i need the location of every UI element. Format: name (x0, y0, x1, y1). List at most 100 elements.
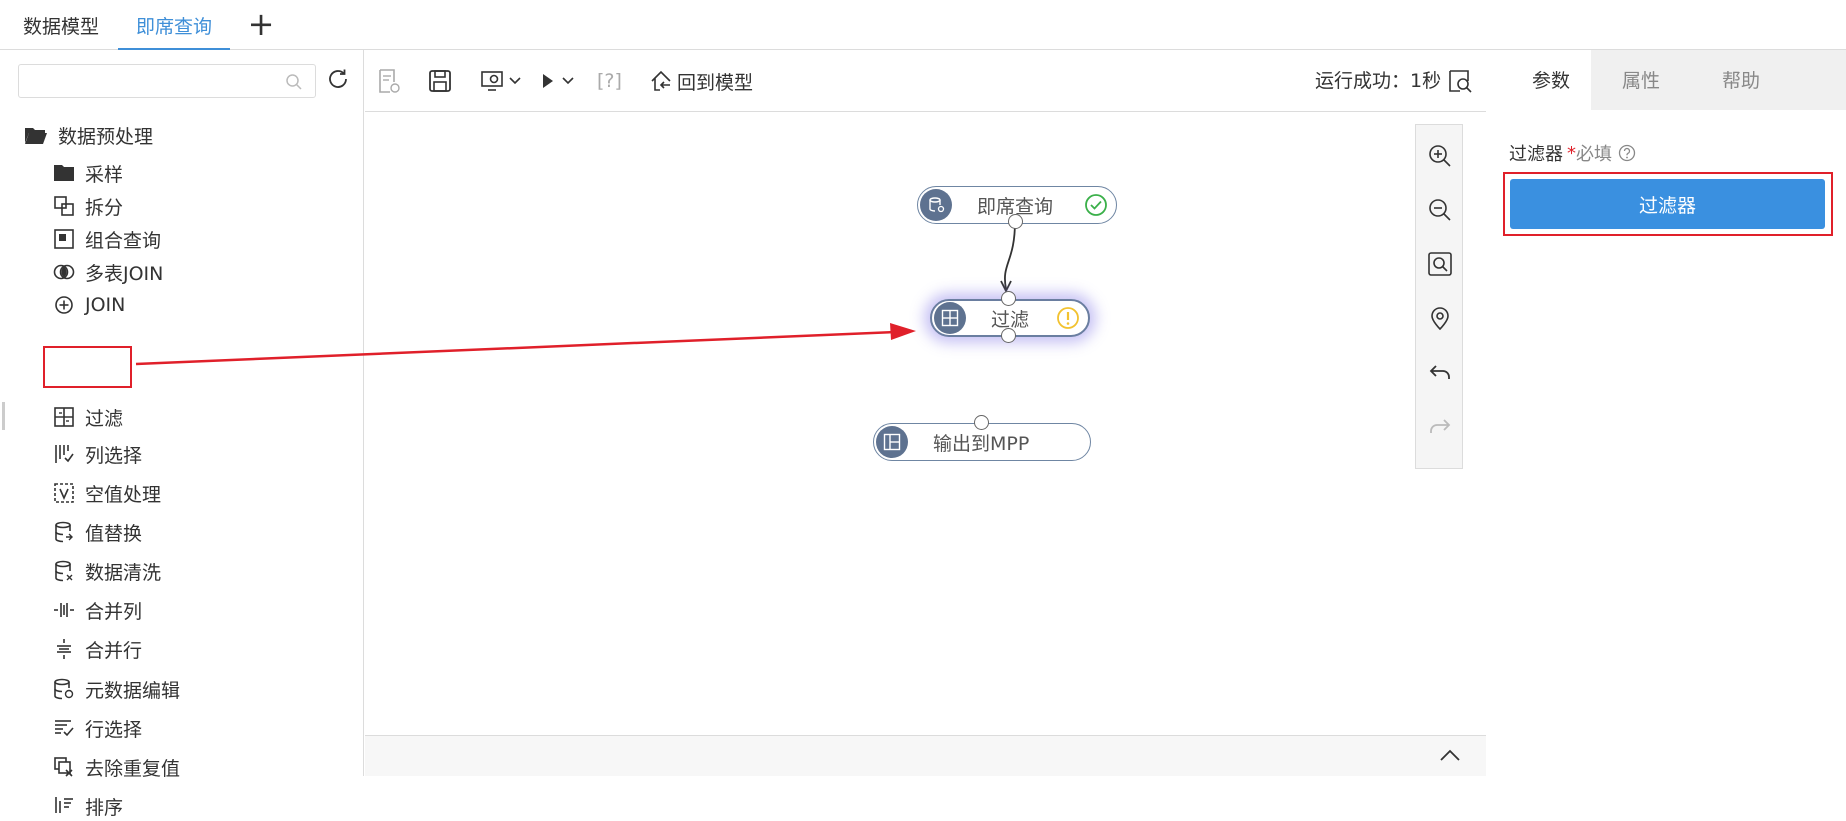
run-status: 运行成功：1秒 (1315, 70, 1442, 92)
save-button[interactable] (428, 66, 452, 96)
sidebar-item-label: 合并列 (85, 600, 143, 623)
sidebar-item-split[interactable]: 拆分 (52, 191, 123, 221)
output-port[interactable] (1008, 214, 1023, 229)
sidebar-item-dedupe[interactable]: 去除重复值 (52, 752, 180, 782)
sidebar-item-label: 元数据编辑 (85, 679, 181, 702)
run-dropdown[interactable] (541, 66, 575, 96)
top-tab-bar: 数据模型 即席查询 + (0, 0, 1846, 50)
folder-icon (52, 161, 76, 185)
input-port[interactable] (974, 415, 989, 430)
split-icon (52, 194, 76, 218)
sidebar-item-label: 多表JOIN (85, 262, 164, 285)
multi-join-icon (52, 260, 76, 284)
sidebar-item-null-handle[interactable]: 空值处理 (52, 478, 161, 508)
run-settings-dropdown[interactable] (480, 66, 522, 96)
fit-view-icon[interactable] (1427, 251, 1453, 277)
sidebar-item-label: 数据清洗 (85, 561, 162, 584)
input-port[interactable] (1001, 291, 1016, 306)
sidebar-item-sort[interactable]: 排序 (52, 791, 123, 821)
properties-panel: 参数 属性 帮助 过滤器 * 必填 过滤器 (1487, 50, 1846, 776)
workflow-canvas[interactable]: 即席查询 过滤 输出到MPP (365, 113, 1486, 735)
zoom-panel (1415, 124, 1463, 469)
add-tab-button[interactable]: + (246, 8, 276, 40)
sidebar-item-label: 行选择 (85, 718, 143, 741)
preview-button[interactable] (1447, 66, 1473, 96)
search-input[interactable] (18, 64, 316, 98)
null-handle-icon (52, 481, 76, 505)
filter-icon (52, 405, 76, 429)
zoom-in-icon[interactable] (1427, 143, 1453, 169)
sidebar-item-row-select[interactable]: 行选择 (52, 713, 142, 743)
properties-button[interactable] (377, 66, 401, 96)
output-port[interactable] (1001, 328, 1016, 343)
bottom-panel-bar (365, 735, 1486, 776)
search-icon (286, 74, 302, 90)
merge-row-icon (52, 637, 76, 661)
component-sidebar: 数据预处理 采样 拆分 组合查询 多表JOIN JOIN 过滤 列选择 空值处理… (0, 50, 364, 819)
sidebar-item-multi-join[interactable]: 多表JOIN (52, 257, 163, 287)
preview-search-icon (1449, 70, 1472, 93)
save-icon (429, 70, 451, 92)
redo-icon[interactable] (1427, 413, 1453, 439)
merge-column-icon (52, 598, 76, 622)
sidebar-item-join[interactable]: JOIN (52, 290, 125, 320)
sidebar-item-value-replace[interactable]: 值替换 (52, 517, 142, 547)
sidebar-item-column-select[interactable]: 列选择 (52, 439, 142, 469)
sidebar-item-merge-row[interactable]: 合并行 (52, 634, 142, 664)
column-select-icon (52, 442, 76, 466)
tree-root-label: 数据预处理 (58, 125, 154, 148)
tab-data-model[interactable]: 数据模型 (10, 0, 112, 50)
layout-icon (876, 426, 908, 458)
sidebar-resize-handle[interactable] (2, 402, 5, 430)
locate-icon[interactable] (1427, 305, 1453, 331)
sidebar-item-label: 排序 (85, 796, 124, 819)
sidebar-item-merge-column[interactable]: 合并列 (52, 595, 142, 625)
tab-adhoc-query[interactable]: 即席查询 (118, 0, 230, 50)
tab-parameters[interactable]: 参数 (1487, 50, 1591, 110)
node-label: 过滤 (991, 308, 1030, 331)
database-icon (920, 189, 952, 221)
sidebar-item-label: JOIN (85, 294, 126, 316)
back-to-model-button[interactable]: 回到模型 (649, 66, 753, 96)
home-back-icon (651, 70, 671, 91)
warning-circle-icon (1057, 307, 1079, 329)
back-to-model-label: 回到模型 (677, 71, 754, 94)
filter-item-highlight (43, 346, 132, 388)
tab-help[interactable]: 帮助 (1691, 50, 1791, 110)
chevron-down-icon (509, 77, 521, 85)
dedupe-icon (52, 755, 76, 779)
sidebar-item-combine-query[interactable]: 组合查询 (52, 224, 161, 254)
sidebar-item-label: 组合查询 (85, 229, 162, 252)
play-icon (543, 74, 553, 88)
folder-open-icon (25, 128, 47, 144)
field-label-text: 过滤器 (1509, 144, 1563, 165)
document-settings-icon (379, 69, 400, 93)
question-circle-icon[interactable] (1618, 144, 1636, 162)
panel-tabs: 参数 属性 帮助 (1487, 50, 1846, 110)
tab-attributes[interactable]: 属性 (1591, 50, 1691, 110)
sidebar-item-filter[interactable]: 过滤 (52, 402, 123, 432)
metadata-edit-icon (52, 677, 76, 701)
check-circle-icon (1085, 194, 1107, 216)
sidebar-item-label: 过滤 (85, 407, 124, 430)
tree-folder-preprocess[interactable]: 数据预处理 (24, 120, 153, 150)
sort-icon (52, 794, 76, 818)
node-label: 输出到MPP (933, 432, 1030, 455)
required-mark: * (1567, 142, 1576, 164)
chevron-down-icon (562, 77, 574, 85)
canvas-toolbar: [?] 回到模型 运行成功：1秒 (365, 50, 1486, 112)
sidebar-item-sample[interactable]: 采样 (52, 158, 123, 188)
sidebar-item-label: 去除重复值 (85, 757, 181, 780)
required-text: 必填 (1576, 144, 1612, 165)
value-replace-icon (52, 520, 76, 544)
sidebar-item-label: 空值处理 (85, 483, 162, 506)
zoom-out-icon[interactable] (1427, 197, 1453, 223)
sidebar-item-data-clean[interactable]: 数据清洗 (52, 556, 161, 586)
filter-config-button[interactable]: 过滤器 (1510, 179, 1825, 229)
sidebar-item-metadata-edit[interactable]: 元数据编辑 (52, 674, 180, 704)
help-button[interactable]: [?] (597, 66, 622, 96)
refresh-icon[interactable] (325, 66, 351, 92)
chevron-up-icon[interactable] (1439, 748, 1461, 762)
undo-icon[interactable] (1427, 359, 1453, 385)
filter-button-highlight: 过滤器 (1503, 172, 1833, 236)
